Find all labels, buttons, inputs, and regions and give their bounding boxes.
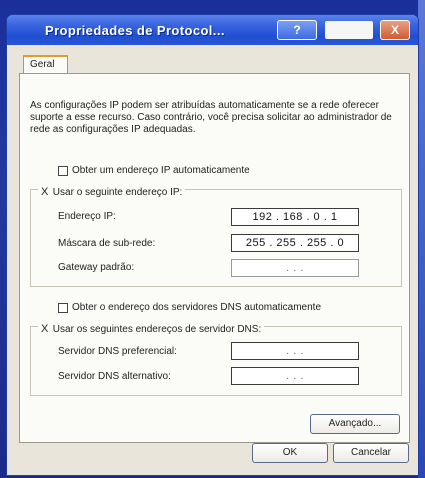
title-bar-highlight [325,21,373,39]
description-text: As configurações IP podem ser atribuídas… [30,100,392,135]
ip-manual-label[interactable]: Usar o seguinte endereço IP: [53,187,183,198]
ip-address-field[interactable]: 192 . 168 . 0 . 1 [231,208,359,226]
tab-general[interactable]: Geral [23,55,68,74]
close-icon: X [390,23,399,37]
help-icon: ? [293,23,301,37]
ip-auto-radio[interactable] [58,166,68,176]
dns-manual-check-mark[interactable]: X [41,323,48,335]
gateway-label: Gateway padrão: [58,262,135,273]
gateway-field[interactable]: . . . [231,259,359,277]
desktop-edge [418,0,425,478]
window-title: Propriedades de Protocol... [45,23,225,38]
dns-alternate-field[interactable]: . . . [231,367,359,385]
cancel-button[interactable]: Cancelar [333,443,409,463]
protocol-properties-dialog: Propriedades de Protocol... ? X Geral As… [6,14,419,476]
ok-button[interactable]: OK [252,443,328,463]
dns-manual-legend: X Usar os seguintes endereços de servido… [38,319,265,337]
dns-manual-label[interactable]: Usar os seguintes endereços de servidor … [53,324,261,335]
subnet-mask-label: Máscara de sub-rede: [58,238,156,249]
ip-manual-legend: X Usar o seguinte endereço IP: [38,182,186,200]
ip-manual-check-mark[interactable]: X [41,186,48,198]
dns-alternate-label: Servidor DNS alternativo: [58,371,171,382]
ip-address-label: Endereço IP: [58,211,116,222]
subnet-mask-field[interactable]: 255 . 255 . 255 . 0 [231,234,359,252]
close-button[interactable]: X [380,20,410,40]
general-panel: As configurações IP podem ser atribuídas… [19,73,410,443]
dns-preferred-field[interactable]: . . . [231,342,359,360]
title-bar[interactable]: Propriedades de Protocol... ? X [7,15,418,45]
dns-auto-radio[interactable] [58,303,68,313]
advanced-button[interactable]: Avançado... [310,414,400,434]
dns-preferred-label: Servidor DNS preferencial: [58,346,177,357]
ip-auto-label: Obter um endereço IP automaticamente [72,165,250,176]
help-button[interactable]: ? [277,20,317,40]
dns-auto-label: Obter o endereço dos servidores DNS auto… [72,302,322,313]
